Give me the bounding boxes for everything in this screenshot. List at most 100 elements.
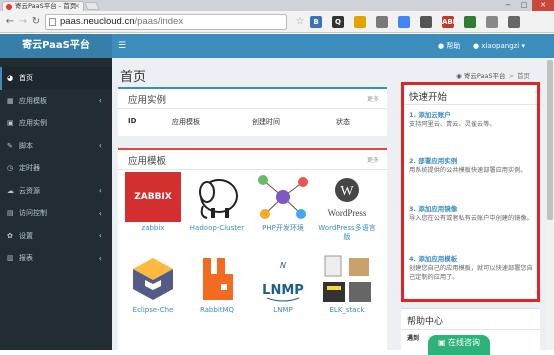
chevron-left-icon: ‹ (98, 208, 102, 218)
reload-icon[interactable]: ↻ (29, 15, 43, 29)
sidebar-item-label: 脚本 (19, 141, 33, 150)
dashboard-icon: ◕ (7, 74, 14, 83)
template-image[interactable] (253, 172, 313, 222)
breadcrumb: ◉ 寄云PaaS平台 > 首页 (456, 72, 530, 80)
page-scrollbar[interactable] (546, 58, 554, 350)
divider (118, 169, 387, 170)
sidebar-item-6[interactable]: ▤ 访问控制 ‹ (0, 202, 112, 225)
browser-extension-icon[interactable] (354, 16, 366, 28)
breadcrumb-home[interactable]: 寄云PaaS平台 (464, 72, 506, 80)
gear-icon: ✿ (7, 231, 13, 240)
template-image[interactable]: W WordPress (317, 172, 377, 222)
table-header: 状态 (336, 118, 350, 126)
minimize-icon[interactable]: − (500, 0, 516, 11)
template-card[interactable]: N LNMP LNMP (252, 254, 314, 315)
back-icon[interactable]: ← (3, 15, 17, 29)
sidebar: ◕ 首页 ▦ 应用模板 ‹ ▣ 应用实例 ✎ 脚本 ‹ ◷ 定时器 ☁ 云资源 ‹ ▤ 访问控制 ‹ ✿ 设置 ‹ ▥ 报表… (0, 58, 112, 350)
template-card[interactable]: ELK_stack (316, 254, 378, 315)
template-label[interactable]: PHP开发环境 (252, 224, 314, 233)
sidebar-item-label: 首页 (19, 74, 33, 83)
tab-close-icon[interactable]: × (74, 2, 80, 11)
templates-panel: 应用模板 更多 ZABBIX zabbix Hadoop-Cluster PHP开发环… (118, 148, 387, 350)
window-close-icon[interactable]: ✕ (532, 0, 554, 11)
forward-icon[interactable]: → (16, 15, 30, 29)
eclipse-che-logo (133, 258, 173, 300)
new-tab-button[interactable] (84, 2, 100, 10)
browser-extension-icon[interactable] (420, 16, 432, 28)
chevron-left-icon: ‹ (98, 96, 102, 106)
sidebar-item-4[interactable]: ◷ 定时器 (0, 157, 112, 180)
templates-more-link[interactable]: 更多 (367, 155, 379, 164)
sidebar-item-7[interactable]: ✿ 设置 ‹ (0, 225, 112, 248)
browser-extension-icon[interactable] (398, 16, 410, 28)
user-name: xiaopangzi (481, 42, 520, 50)
quickstart-step-link[interactable]: 4. 添加应用模板 (409, 255, 535, 264)
maximize-icon[interactable]: □ (516, 0, 532, 11)
template-label[interactable]: RabbitMQ (186, 306, 248, 315)
hadoop-elephant-logo (199, 179, 238, 219)
tab-title: 寄云PaaS平台 - 首页 (15, 2, 77, 10)
quickstart-step-desc: 用系统提供的公共模板快速部署应用实例。 (409, 167, 527, 174)
browser-extension-icon[interactable]: Q (332, 16, 344, 28)
home-icon: ◉ (456, 72, 462, 80)
edit-icon: ✎ (7, 141, 13, 150)
templates-title: 应用模板 (128, 156, 167, 167)
user-menu[interactable]: ● xiaopangzi ▾ (473, 34, 525, 58)
instances-more-link[interactable]: 更多 (367, 94, 379, 103)
quickstart-step-desc: 支持阿里云、青云、灵雀云等。 (409, 121, 496, 128)
template-label[interactable]: ELK_stack (316, 306, 378, 315)
template-label[interactable]: WordPress多语言版 (316, 224, 378, 242)
template-image[interactable]: ZABBIX (123, 172, 183, 222)
quickstart-step-link[interactable]: 3. 添加应用镜像 (409, 205, 535, 214)
template-label[interactable]: Hadoop-Cluster (186, 224, 248, 233)
online-chat-button[interactable]: ▣ 在线咨询 (428, 335, 490, 355)
browser-extension-icon[interactable]: ABP (442, 16, 458, 28)
sidebar-item-label: 设置 (19, 231, 33, 240)
browser-tabstrip: 寄云PaaS平台 - 首页 × − □ ✕ (0, 0, 554, 11)
window-controls: − □ ✕ (500, 0, 554, 11)
sidebar-item-8[interactable]: ▥ 报表 ‹ (0, 247, 112, 270)
sidebar-toggle-icon[interactable]: ☰ (118, 34, 126, 58)
template-label[interactable]: zabbix (122, 224, 184, 233)
quickstart-step-link[interactable]: 1. 添加云账户 (409, 111, 535, 120)
sidebar-item-0[interactable]: ◕ 首页 (0, 67, 112, 90)
browser-extension-icon[interactable] (508, 16, 520, 28)
quickstart-step-link[interactable]: 2. 部署应用实例 (409, 157, 535, 166)
sidebar-item-2[interactable]: ▣ 应用实例 (0, 112, 112, 135)
quickstart-title: 快速开始 (409, 92, 448, 103)
sidebar-item-5[interactable]: ☁ 云资源 ‹ (0, 180, 112, 203)
browser-extension-icon[interactable]: B (310, 16, 322, 28)
bookmark-star-icon[interactable]: ☆ (293, 15, 307, 29)
template-card[interactable]: PHP开发环境 (252, 172, 314, 233)
browser-extension-icon[interactable] (486, 16, 498, 28)
chevron-left-icon: ‹ (98, 141, 102, 151)
template-image[interactable] (317, 254, 377, 304)
template-card[interactable]: W WordPress WordPress多语言版 (316, 172, 378, 242)
chart-icon: ▥ (7, 254, 14, 263)
divider (401, 329, 540, 330)
template-label[interactable]: Eclipse-Che (122, 306, 184, 315)
template-card[interactable]: Hadoop-Cluster (186, 172, 248, 233)
browser-extension-icon[interactable] (376, 16, 388, 28)
table-header: 创建时间 (252, 118, 280, 126)
browser-tab[interactable]: 寄云PaaS平台 - 首页 × (2, 1, 84, 11)
address-bar[interactable]: paas.neucloud.cn/paas/index (45, 14, 287, 30)
template-image[interactable]: N LNMP (253, 254, 313, 304)
template-card[interactable]: Eclipse-Che (122, 254, 184, 315)
sidebar-item-label: 应用实例 (19, 119, 47, 128)
help-link[interactable]: ● 帮助 (438, 34, 460, 58)
template-label[interactable]: LNMP (252, 306, 314, 315)
php-env-logo (258, 175, 308, 219)
template-image[interactable] (187, 254, 247, 304)
main-content: 首页 ◉ 寄云PaaS平台 > 首页 应用实例 更多 ID 应用模板 创建时间 状态 应用… (112, 58, 554, 350)
app-logo[interactable]: 寄云PaaS平台 (0, 34, 112, 58)
sidebar-item-3[interactable]: ✎ 脚本 ‹ (0, 135, 112, 158)
template-image[interactable] (123, 254, 183, 304)
scrollbar-thumb[interactable] (547, 60, 553, 220)
wordpress-logo: W WordPress (328, 178, 367, 218)
template-card[interactable]: RabbitMQ (186, 254, 248, 315)
sidebar-item-1[interactable]: ▦ 应用模板 ‹ (0, 90, 112, 113)
template-image[interactable] (187, 172, 247, 222)
browser-extension-icon[interactable] (464, 16, 476, 28)
template-card[interactable]: ZABBIX zabbix (122, 172, 184, 233)
